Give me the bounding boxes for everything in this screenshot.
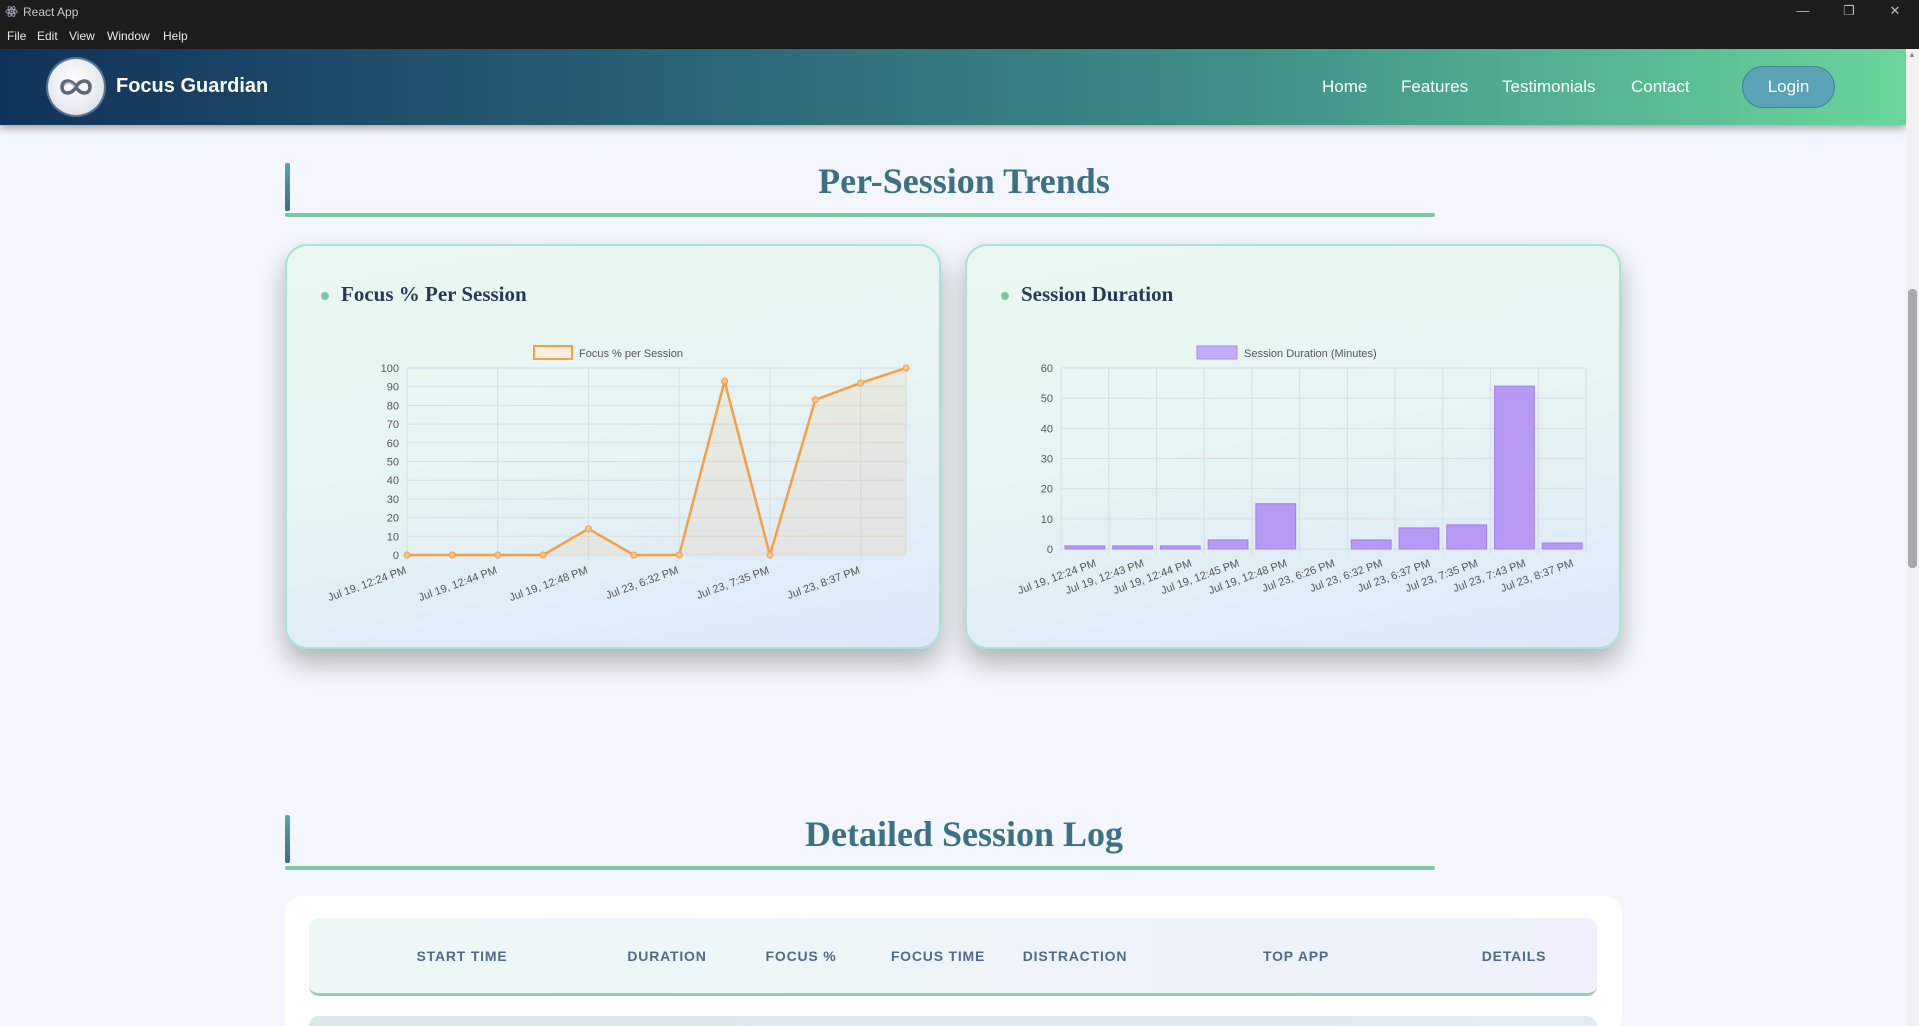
nav-features[interactable]: Features: [1401, 77, 1468, 97]
window-title: React App: [23, 5, 79, 19]
data-point: [766, 551, 774, 559]
data-point: [448, 551, 456, 559]
infinity-logo-icon[interactable]: [48, 59, 104, 115]
y-tick-label: 30: [387, 494, 399, 506]
minimize-button[interactable]: —: [1780, 0, 1826, 24]
y-tick-label: 30: [1041, 454, 1053, 466]
y-tick-label: 100: [381, 363, 399, 375]
bar: [1398, 527, 1440, 550]
bar: [1064, 545, 1106, 550]
y-tick-label: 0: [393, 550, 399, 562]
data-point: [539, 551, 547, 559]
data-point: [584, 525, 592, 533]
y-tick-label: 60: [1041, 363, 1053, 375]
col-focus-time[interactable]: FOCUS TIME: [891, 948, 985, 964]
bar: [1446, 524, 1488, 550]
table-row[interactable]: [309, 1016, 1597, 1026]
scrollbar-thumb[interactable]: [1908, 289, 1917, 568]
bar: [1112, 545, 1153, 550]
data-point: [857, 379, 865, 387]
col-distraction[interactable]: DISTRACTION: [1023, 948, 1127, 964]
legend-label: Session Duration (Minutes): [1244, 348, 1377, 360]
y-tick-label: 10: [387, 531, 399, 543]
data-point: [902, 364, 910, 372]
y-tick-label: 20: [1041, 484, 1053, 496]
restore-button[interactable]: ❐: [1826, 0, 1872, 24]
bar: [1494, 385, 1535, 550]
y-tick-label: 40: [1041, 423, 1053, 435]
close-button[interactable]: ✕: [1872, 0, 1918, 24]
legend-swatch: [533, 345, 573, 360]
nav-contact[interactable]: Contact: [1631, 77, 1690, 97]
menu-window[interactable]: Window: [107, 29, 150, 43]
nav-home[interactable]: Home: [1322, 77, 1367, 97]
bar: [1541, 542, 1583, 550]
col-focus-percent[interactable]: FOCUS %: [766, 948, 837, 964]
section-underline: [285, 213, 1435, 217]
scroll-up-icon[interactable]: ▲: [1908, 50, 1916, 59]
legend-label: Focus % per Session: [579, 348, 683, 360]
y-tick-label: 80: [387, 400, 399, 412]
data-point: [494, 551, 502, 559]
y-tick-label: 0: [1047, 544, 1053, 556]
focus-chart-card: Focus % Per Session Focus % per Session 0…: [285, 244, 941, 649]
x-tick-label: Jul 19, 12:24 PM: [326, 565, 408, 605]
bar: [1255, 503, 1297, 550]
y-tick-label: 50: [387, 457, 399, 469]
menu-help[interactable]: Help: [163, 29, 188, 43]
x-tick-label: Jul 19, 12:48 PM: [508, 565, 590, 605]
legend-swatch: [1196, 345, 1238, 360]
y-tick-label: 70: [387, 419, 399, 431]
login-button[interactable]: Login: [1742, 66, 1835, 108]
table-header-row: START TIME DURATION FOCUS % FOCUS TIME D…: [309, 918, 1597, 996]
data-point: [630, 551, 638, 559]
section-title-log: Detailed Session Log: [804, 814, 1124, 854]
data-point: [675, 551, 683, 559]
x-tick-label: Jul 19, 12:44 PM: [417, 565, 499, 605]
y-tick-label: 20: [387, 513, 399, 525]
bar: [1207, 539, 1249, 550]
col-duration[interactable]: DURATION: [627, 948, 706, 964]
y-tick-label: 40: [387, 475, 399, 487]
section-underline: [285, 866, 1435, 870]
menu-edit[interactable]: Edit: [37, 29, 58, 43]
section-title-trends: Per-Session Trends: [818, 161, 1110, 201]
y-tick-label: 10: [1041, 514, 1053, 526]
window-titlebar: React App — ❐ ✕: [0, 0, 1919, 24]
focus-line-chart: Focus % per Session 0 10 20 30 40 50 60 70 80 90 10…: [326, 345, 910, 605]
y-tick-label: 60: [387, 438, 399, 450]
y-tick-label: 90: [387, 382, 399, 394]
top-navbar: Focus Guardian Home Features Testimonial…: [0, 49, 1906, 125]
col-start-time[interactable]: START TIME: [417, 948, 508, 964]
duration-chart-card: Session Duration Session Duration (Minut…: [965, 244, 1621, 649]
x-tick-label: Jul 23, 6:32 PM: [604, 565, 680, 602]
menu-file[interactable]: File: [7, 29, 26, 43]
menu-view[interactable]: View: [69, 29, 95, 43]
col-top-app[interactable]: TOP APP: [1263, 948, 1329, 964]
bar: [1350, 539, 1392, 550]
col-details[interactable]: DETAILS: [1482, 948, 1546, 964]
data-point: [403, 551, 411, 559]
data-point: [721, 377, 729, 385]
nav-testimonials[interactable]: Testimonials: [1502, 77, 1596, 97]
menu-bar: File Edit View Window Help: [0, 24, 1919, 49]
session-log-table: START TIME DURATION FOCUS % FOCUS TIME D…: [285, 896, 1622, 1026]
x-tick-label: Jul 23, 8:37 PM: [786, 565, 862, 602]
react-app-icon: [5, 6, 18, 17]
data-point: [811, 396, 819, 404]
brand-name[interactable]: Focus Guardian: [116, 75, 268, 98]
y-tick-label: 50: [1041, 393, 1053, 405]
duration-bar-chart: Session Duration (Minutes)0102030405060J…: [1016, 345, 1587, 597]
x-tick-label: Jul 23, 7:35 PM: [695, 565, 771, 602]
bar: [1159, 545, 1201, 550]
